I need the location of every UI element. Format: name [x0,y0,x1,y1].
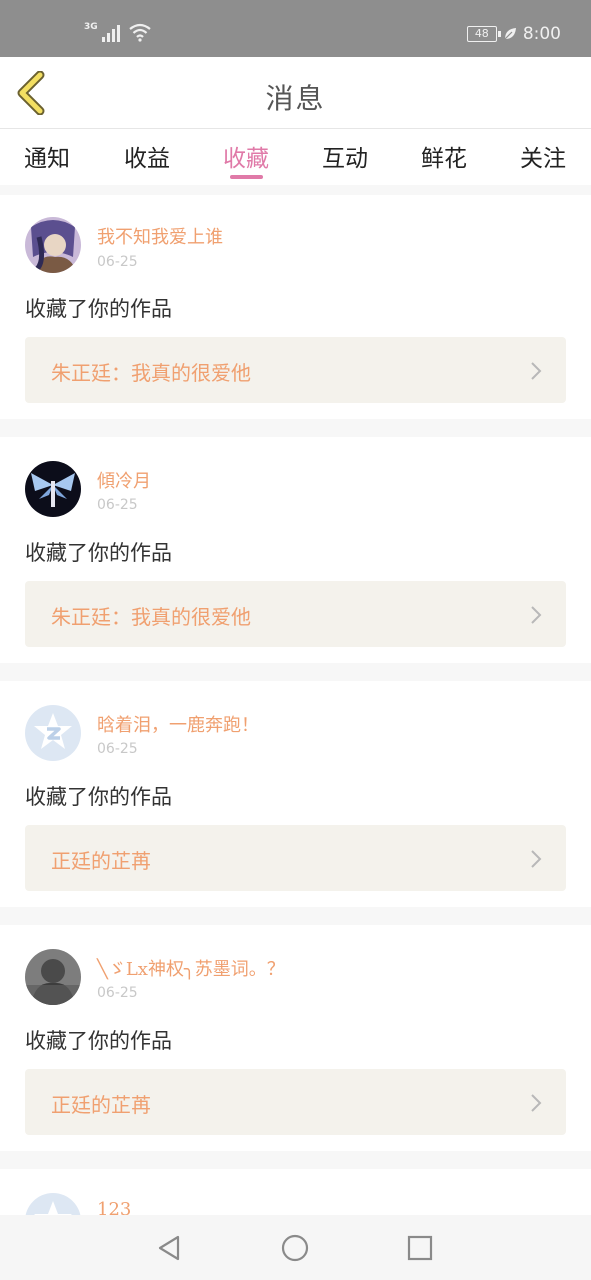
list-item: 123 [0,1169,591,1215]
chevron-right-icon [531,606,542,624]
chevron-right-icon [531,1094,542,1112]
tab-bar: 通知 收益 收藏 互动 鲜花 关注 [0,129,591,185]
username[interactable]: 晗着泪，一鹿奔跑！ [97,711,259,737]
battery-icon: 48 [466,26,501,42]
tab-active-indicator [230,175,263,179]
circle-home-icon[interactable] [280,1233,310,1263]
tab-flowers[interactable]: 鲜花 [409,139,479,173]
status-left: 3G [84,22,152,42]
message-list: 我不知我爱上谁 06-25 收藏了你的作品 朱正廷：我真的很爱他 傾冷月 06-… [0,185,591,1215]
avatar[interactable] [25,217,81,273]
wifi-icon [128,23,151,42]
work-title: 朱正廷：我真的很爱他 [51,605,251,629]
date: 06-25 [97,497,138,513]
date: 06-25 [97,985,138,1001]
tab-favorites[interactable]: 收藏 [211,139,281,173]
triangle-back-icon[interactable] [154,1233,184,1263]
list-item: 我不知我爱上谁 06-25 收藏了你的作品 朱正廷：我真的很爱他 [0,195,591,419]
leaf-icon [504,28,516,40]
username[interactable]: ╲ゞLx神权╮苏墨词。？ [97,955,285,981]
avatar[interactable] [25,1193,81,1215]
work-link[interactable]: 朱正廷：我真的很爱他 [25,337,566,403]
system-nav-bar [0,1215,591,1280]
list-item: 晗着泪，一鹿奔跑！ 06-25 收藏了你的作品 正廷的芷苒 [0,681,591,907]
work-title: 朱正廷：我真的很爱他 [51,361,251,385]
username[interactable]: 傾冷月 [97,467,151,493]
username[interactable]: 我不知我爱上谁 [97,223,223,249]
clock: 8:00 [522,24,561,44]
avatar[interactable] [25,461,81,517]
work-link[interactable]: 正廷的芷苒 [25,825,566,891]
tab-interaction[interactable]: 互动 [310,139,380,173]
header: 消息 [0,57,591,129]
chevron-right-icon [531,850,542,868]
tab-earnings[interactable]: 收益 [112,139,182,173]
list-item: 傾冷月 06-25 收藏了你的作品 朱正廷：我真的很爱他 [0,437,591,663]
tab-notify[interactable]: 通知 [12,139,82,173]
date: 06-25 [97,741,138,757]
action-text: 收藏了你的作品 [25,297,172,321]
chevron-right-icon [531,362,542,380]
work-link[interactable]: 正廷的芷苒 [25,1069,566,1135]
status-bar: 3G 48 8:00 [0,0,591,57]
signal-icon [101,24,120,42]
action-text: 收藏了你的作品 [25,785,172,809]
network-type: 3G [84,22,98,32]
work-title: 正廷的芷苒 [51,849,151,873]
date: 06-25 [97,254,138,270]
avatar[interactable] [25,949,81,1005]
action-text: 收藏了你的作品 [25,541,172,565]
work-title: 正廷的芷苒 [51,1093,151,1117]
tab-follow[interactable]: 关注 [508,139,578,173]
work-link[interactable]: 朱正廷：我真的很爱他 [25,581,566,647]
square-recent-icon[interactable] [405,1233,435,1263]
page-title: 消息 [265,82,326,115]
avatar[interactable] [25,705,81,761]
list-item: ╲ゞLx神权╮苏墨词。？ 06-25 收藏了你的作品 正廷的芷苒 [0,925,591,1151]
username[interactable]: 123 [97,1199,131,1215]
action-text: 收藏了你的作品 [25,1029,172,1053]
status-right: 48 8:00 [466,24,561,44]
